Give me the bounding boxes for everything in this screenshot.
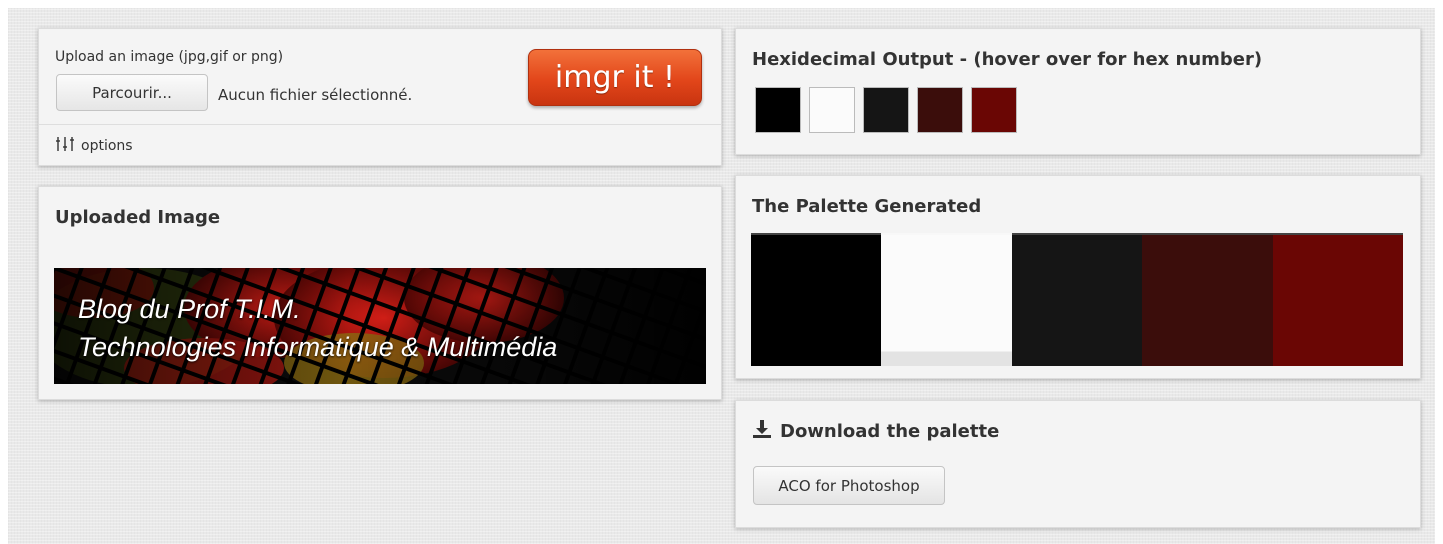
- palette-color: [1142, 233, 1273, 366]
- hex-swatch[interactable]: [809, 87, 855, 133]
- hex-swatch[interactable]: [755, 87, 801, 133]
- banner-line-2: Technologies Informatique & Multimédia: [78, 332, 558, 362]
- options-label: options: [81, 138, 133, 154]
- divider: [39, 124, 721, 125]
- uploaded-image-panel: Uploaded Image Blog du Prof T.I.M. Techn…: [38, 186, 722, 400]
- imgr-it-button[interactable]: imgr it !: [528, 49, 702, 106]
- hex-output-title: Hexidecimal Output - (hover over for hex…: [752, 49, 1263, 70]
- no-file-status: Aucun fichier sélectionné.: [218, 86, 413, 104]
- palette-title: The Palette Generated: [752, 196, 982, 217]
- options-toggle[interactable]: options: [55, 136, 133, 156]
- upload-panel: Upload an image (jpg,gif or png) Parcour…: [38, 28, 722, 166]
- download-icon: [752, 419, 772, 444]
- hex-output-panel: Hexidecimal Output - (hover over for hex…: [735, 28, 1421, 155]
- hex-swatches: [755, 87, 1017, 133]
- uploaded-image-title: Uploaded Image: [55, 207, 221, 228]
- palette-panel: The Palette Generated: [735, 175, 1421, 379]
- aco-download-button[interactable]: ACO for Photoshop: [753, 466, 945, 505]
- sliders-icon: [55, 136, 75, 156]
- hex-swatch[interactable]: [971, 87, 1017, 133]
- banner-line-1: Blog du Prof T.I.M.: [78, 294, 301, 324]
- page-background: Upload an image (jpg,gif or png) Parcour…: [8, 8, 1435, 544]
- download-title-text: Download the palette: [780, 421, 1000, 442]
- palette-color: [881, 233, 1012, 366]
- upload-label: Upload an image (jpg,gif or png): [55, 49, 284, 65]
- hex-swatch[interactable]: [863, 87, 909, 133]
- download-title: Download the palette: [752, 419, 999, 444]
- download-panel: Download the palette ACO for Photoshop: [735, 400, 1421, 528]
- palette-strip: [751, 233, 1404, 366]
- hex-swatch[interactable]: [917, 87, 963, 133]
- palette-color: [751, 233, 882, 366]
- browse-button[interactable]: Parcourir...: [56, 74, 208, 111]
- palette-color: [1011, 233, 1143, 366]
- banner-text: Blog du Prof T.I.M. Technologies Informa…: [78, 290, 557, 366]
- palette-color: [1272, 233, 1404, 366]
- uploaded-image-preview: Blog du Prof T.I.M. Technologies Informa…: [54, 268, 706, 384]
